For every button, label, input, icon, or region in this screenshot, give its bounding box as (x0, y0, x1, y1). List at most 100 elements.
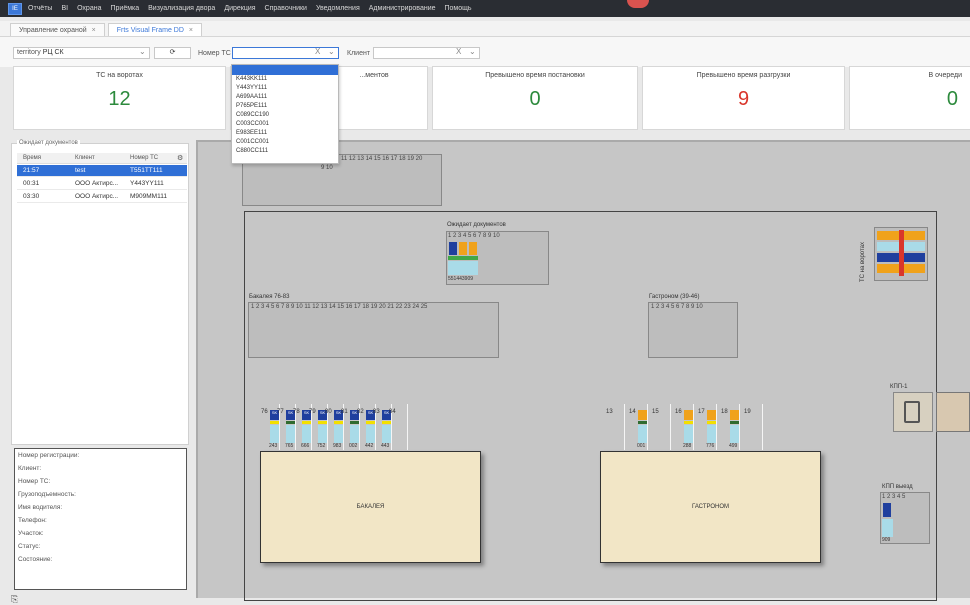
table-row[interactable]: 03:30 ООО Актирс... M909MM111 (17, 191, 187, 203)
truck-marker[interactable] (469, 242, 477, 255)
dropdown-option[interactable]: Y443YY111 (232, 84, 338, 93)
truck-marker[interactable] (684, 410, 693, 420)
truck-status-bar (899, 230, 904, 276)
truck-plate: 983 (333, 443, 342, 449)
table-row[interactable]: 00:31 ООО Актирс... Y443YY111 (17, 178, 187, 190)
vehicle-info-panel: Номер регистрации: Клиент: Номер ТС: Гру… (14, 448, 187, 590)
notification-indicator[interactable] (627, 0, 649, 8)
cell-client: ООО Актирс... (75, 193, 119, 200)
menu-bi[interactable]: BI (61, 5, 68, 12)
dropdown-option[interactable]: E983EE111 (232, 129, 338, 138)
truck-body (707, 425, 716, 443)
chevron-down-icon[interactable]: ⌄ (139, 47, 146, 57)
truck-body (334, 425, 343, 443)
warehouse-bakaleya[interactable]: БАКАЛЕЯ (260, 451, 481, 563)
dropdown-option[interactable]: K443KK111 (232, 75, 338, 84)
truck-number-dropdown[interactable]: K443KK111 Y443YY111 A699AA111 P765PE111 … (231, 64, 339, 164)
column-header-client[interactable]: Клиент (75, 153, 95, 164)
chevron-down-icon[interactable]: ⌄ (469, 47, 476, 57)
truck-body (350, 425, 359, 443)
territory-value: РЦ СК (42, 49, 64, 56)
vertical-gates-block[interactable] (874, 227, 928, 281)
gate-slot[interactable] (753, 404, 763, 450)
dropdown-option[interactable]: C089CC190 (232, 111, 338, 120)
menu-notifications[interactable]: Уведомления (316, 5, 360, 12)
client-label: Клиент (347, 50, 371, 57)
refresh-button[interactable]: ⟳ (154, 47, 191, 59)
gate-slot[interactable] (615, 404, 625, 450)
truck-marker[interactable] (883, 503, 891, 517)
table-header: Время Клиент Номер ТС ⚙ (17, 153, 187, 164)
tab-security-management[interactable]: Управление охраной × (10, 23, 105, 36)
truck-plate: 499 (729, 443, 738, 449)
dropdown-option[interactable]: A699AA111 (232, 93, 338, 102)
warehouse-gastronom[interactable]: ГАСТРОНОМ (600, 451, 821, 563)
truck-marker[interactable] (459, 242, 467, 255)
territory-select[interactable]: territory РЦ СК ⌄ (13, 47, 150, 59)
tab-label: Frts Visual Frame DD (116, 26, 184, 34)
gate-slot[interactable]: 499 (729, 404, 740, 450)
gate-slot[interactable] (661, 404, 671, 450)
menu-directorate[interactable]: Дирекция (224, 5, 255, 12)
settings-icon[interactable]: ⚙ (177, 153, 183, 164)
tab-visual-frame[interactable]: Frts Visual Frame DD × (107, 23, 202, 36)
truck-plate: 765 (285, 443, 294, 449)
gate-number: 15 (652, 409, 659, 415)
dropdown-highlighted-option[interactable] (232, 65, 338, 75)
dropdown-option[interactable]: C880CC111 (232, 147, 338, 156)
clear-icon[interactable]: X (315, 47, 320, 57)
menu-receiving[interactable]: Приёмка (110, 5, 139, 12)
truck-marker[interactable] (638, 410, 647, 420)
export-icon[interactable]: ⎘ (11, 594, 18, 605)
dropdown-option[interactable]: C003CC001 (232, 120, 338, 129)
cell-plate: Y443YY111 (130, 180, 164, 187)
yard-map: 11 12 13 14 15 16 17 18 19 20 9 10 Ожида… (196, 140, 970, 601)
refresh-icon: ⟳ (169, 49, 176, 56)
truck-plate: 666 (301, 443, 310, 449)
barrier-icon (904, 401, 920, 423)
clear-icon[interactable]: X (456, 47, 461, 57)
gastronom-dock-label: Гастроном (39-46) (649, 294, 700, 300)
truck-status-bar (382, 421, 391, 424)
gate-slot[interactable]: 001 (637, 404, 648, 450)
kpp1-gate[interactable] (893, 392, 933, 432)
truck-plate: 002 (349, 443, 358, 449)
menu-security[interactable]: Охрана (77, 5, 101, 12)
cell-time: 21:57 (23, 167, 40, 174)
menu-help[interactable]: Помощь (445, 5, 472, 12)
truck-marker[interactable] (707, 410, 716, 420)
truck-status-bar (684, 421, 693, 424)
menu-references[interactable]: Справочники (265, 5, 307, 12)
truck-marker[interactable] (449, 242, 457, 255)
kpp-exit-zone[interactable]: 1 2 3 4 5 909 (880, 492, 930, 544)
gate-slot[interactable]: 288 (683, 404, 694, 450)
waiting-zone[interactable]: 1 2 3 4 5 6 7 8 9 10 551443909 (446, 231, 549, 285)
gate-slot[interactable] (398, 404, 408, 450)
gastronom-dock[interactable]: 1 2 3 4 5 6 7 8 9 10 (648, 302, 738, 358)
menu-yard-visualization[interactable]: Визуализация двора (148, 5, 215, 12)
gate-slot[interactable]: 776 (706, 404, 717, 450)
menu-reports[interactable]: Отчёты (28, 5, 52, 12)
close-icon[interactable]: × (189, 27, 193, 34)
truck-marker[interactable] (730, 410, 739, 420)
table-row[interactable]: 21:57 test T551TT111 (17, 165, 187, 177)
client-input[interactable]: X ⌄ (373, 47, 480, 59)
truck-plate: 551443909 (448, 276, 474, 282)
dropdown-option[interactable]: C001CC001 (232, 138, 338, 147)
dropdown-option[interactable]: P765PE111 (232, 102, 338, 111)
column-header-plate[interactable]: Номер ТС (130, 153, 158, 164)
app-logo[interactable]: IE (8, 2, 22, 15)
truck-status-bar (334, 421, 343, 424)
dock-slot-numbers: 1 2 3 4 5 (882, 494, 906, 500)
chevron-down-icon[interactable]: ⌄ (328, 47, 335, 57)
menu-administration[interactable]: Администрирование (369, 5, 436, 12)
truck-plate: 288 (683, 443, 692, 449)
truck-status-bar (730, 421, 739, 424)
truck-number-input[interactable]: X ⌄ (232, 47, 339, 59)
stat-card-title: В очереди (928, 72, 962, 79)
bakaleya-dock[interactable]: 1 2 3 4 5 6 7 8 9 10 11 12 13 14 15 16 1… (248, 302, 499, 358)
stat-card-unloading-overdue: Превышено время разгрузки 9 (642, 66, 845, 130)
close-icon[interactable]: × (92, 27, 96, 34)
column-header-time[interactable]: Время (23, 153, 41, 164)
info-state: Состояние: (18, 556, 53, 563)
